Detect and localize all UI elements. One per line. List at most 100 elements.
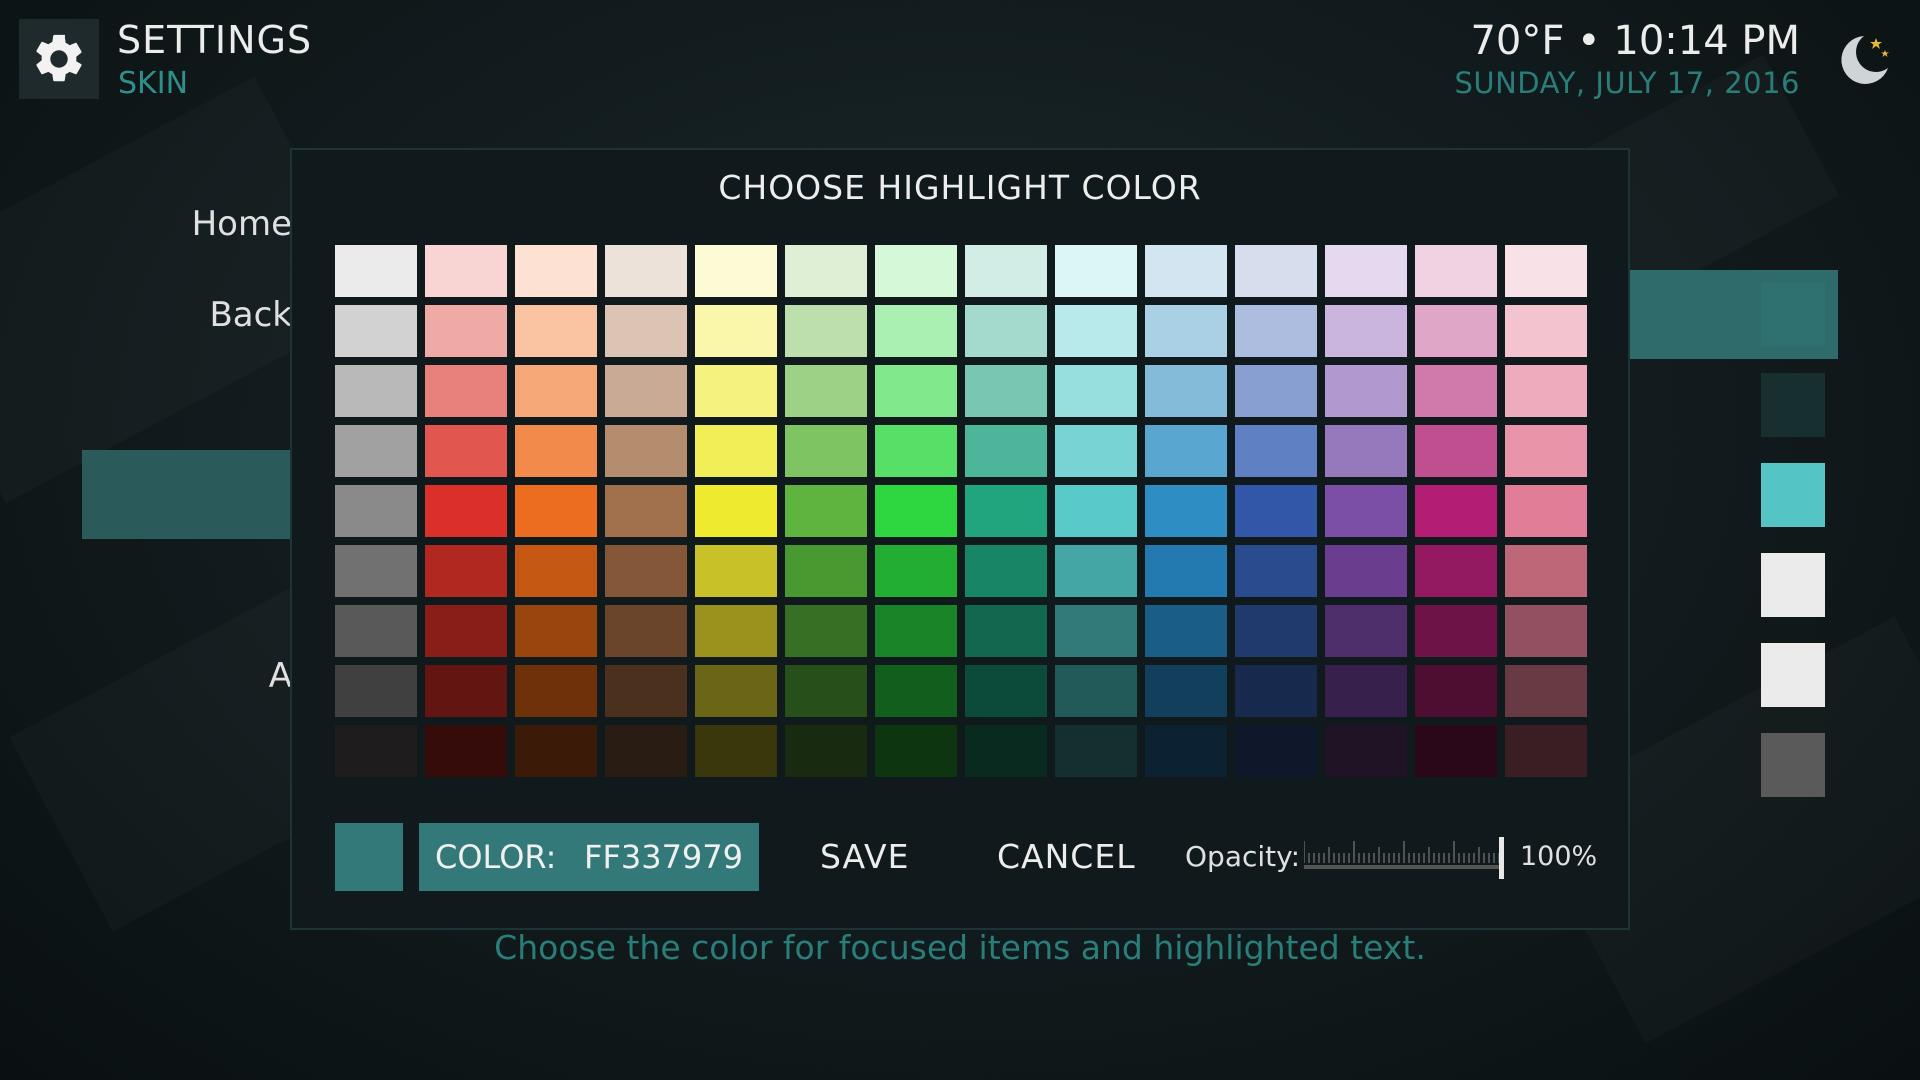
color-swatch[interactable] <box>1505 425 1587 477</box>
color-swatch[interactable] <box>1145 425 1227 477</box>
color-swatch[interactable] <box>1145 725 1227 777</box>
color-swatch[interactable] <box>515 365 597 417</box>
color-swatch[interactable] <box>1055 365 1137 417</box>
color-swatch[interactable] <box>605 305 687 357</box>
color-swatch[interactable] <box>515 305 597 357</box>
color-swatch[interactable] <box>605 425 687 477</box>
color-swatch[interactable] <box>1145 605 1227 657</box>
color-swatch[interactable] <box>335 245 417 297</box>
color-hex-input[interactable]: COLOR: FF337979 <box>419 823 759 891</box>
color-swatch[interactable] <box>695 485 777 537</box>
color-swatch[interactable] <box>785 725 867 777</box>
color-swatch[interactable] <box>1505 245 1587 297</box>
color-swatch[interactable] <box>1235 605 1317 657</box>
color-swatch[interactable] <box>695 545 777 597</box>
cancel-button[interactable]: CANCEL <box>997 823 1136 891</box>
color-swatch[interactable] <box>425 425 507 477</box>
color-swatch[interactable] <box>965 605 1047 657</box>
color-swatch[interactable] <box>875 305 957 357</box>
color-swatch[interactable] <box>1415 725 1497 777</box>
color-swatch[interactable] <box>335 665 417 717</box>
color-swatch[interactable] <box>515 605 597 657</box>
color-swatch[interactable] <box>875 725 957 777</box>
color-swatch[interactable] <box>1235 425 1317 477</box>
color-swatch[interactable] <box>1055 605 1137 657</box>
color-swatch[interactable] <box>335 545 417 597</box>
color-swatch[interactable] <box>965 245 1047 297</box>
color-swatch[interactable] <box>605 365 687 417</box>
color-swatch[interactable] <box>425 485 507 537</box>
color-swatch[interactable] <box>875 245 957 297</box>
color-swatch[interactable] <box>1325 545 1407 597</box>
color-swatch[interactable] <box>1055 305 1137 357</box>
color-swatch[interactable] <box>1325 425 1407 477</box>
color-swatch[interactable] <box>1235 665 1317 717</box>
color-swatch[interactable] <box>1055 485 1137 537</box>
color-swatch[interactable] <box>1325 305 1407 357</box>
color-swatch[interactable] <box>965 365 1047 417</box>
color-swatch[interactable] <box>1325 725 1407 777</box>
color-swatch[interactable] <box>335 725 417 777</box>
opacity-slider[interactable] <box>1304 833 1504 881</box>
color-swatch[interactable] <box>605 665 687 717</box>
color-swatch[interactable] <box>605 245 687 297</box>
color-swatch[interactable] <box>1325 245 1407 297</box>
color-swatch[interactable] <box>1235 725 1317 777</box>
color-swatch[interactable] <box>785 485 867 537</box>
color-swatch[interactable] <box>425 725 507 777</box>
color-swatch[interactable] <box>1505 365 1587 417</box>
color-swatch[interactable] <box>785 365 867 417</box>
color-swatch[interactable] <box>425 665 507 717</box>
color-swatch[interactable] <box>1505 545 1587 597</box>
color-swatch[interactable] <box>1055 245 1137 297</box>
color-swatch[interactable] <box>1145 485 1227 537</box>
color-swatch[interactable] <box>515 485 597 537</box>
color-swatch[interactable] <box>1235 305 1317 357</box>
color-swatch[interactable] <box>1235 245 1317 297</box>
color-swatch[interactable] <box>515 725 597 777</box>
save-button[interactable]: SAVE <box>820 823 909 891</box>
color-swatch[interactable] <box>965 725 1047 777</box>
color-swatch[interactable] <box>605 725 687 777</box>
color-swatch[interactable] <box>515 425 597 477</box>
color-swatch[interactable] <box>1235 545 1317 597</box>
color-swatch[interactable] <box>515 665 597 717</box>
color-swatch[interactable] <box>1505 725 1587 777</box>
color-swatch[interactable] <box>1415 365 1497 417</box>
color-swatch[interactable] <box>785 545 867 597</box>
color-swatch[interactable] <box>515 545 597 597</box>
color-swatch[interactable] <box>1325 605 1407 657</box>
color-swatch[interactable] <box>785 425 867 477</box>
color-swatch[interactable] <box>1145 365 1227 417</box>
color-swatch[interactable] <box>1145 545 1227 597</box>
color-swatch[interactable] <box>1415 305 1497 357</box>
color-swatch[interactable] <box>425 245 507 297</box>
color-swatch[interactable] <box>335 305 417 357</box>
color-swatch[interactable] <box>335 425 417 477</box>
color-swatch[interactable] <box>1055 665 1137 717</box>
color-swatch[interactable] <box>695 245 777 297</box>
color-swatch[interactable] <box>1145 665 1227 717</box>
color-swatch[interactable] <box>425 365 507 417</box>
color-swatch[interactable] <box>1325 485 1407 537</box>
color-swatch[interactable] <box>425 305 507 357</box>
color-swatch[interactable] <box>335 605 417 657</box>
color-swatch[interactable] <box>425 605 507 657</box>
color-swatch[interactable] <box>1505 485 1587 537</box>
color-swatch[interactable] <box>1325 665 1407 717</box>
color-swatch[interactable] <box>695 425 777 477</box>
color-swatch[interactable] <box>1505 665 1587 717</box>
color-swatch[interactable] <box>1235 365 1317 417</box>
color-swatch[interactable] <box>1055 425 1137 477</box>
color-swatch[interactable] <box>965 545 1047 597</box>
color-swatch[interactable] <box>875 425 957 477</box>
color-swatch[interactable] <box>1415 545 1497 597</box>
color-swatch[interactable] <box>785 665 867 717</box>
color-swatch[interactable] <box>1325 365 1407 417</box>
color-swatch[interactable] <box>875 365 957 417</box>
color-swatch[interactable] <box>605 545 687 597</box>
color-swatch[interactable] <box>785 245 867 297</box>
color-swatch[interactable] <box>695 305 777 357</box>
color-swatch[interactable] <box>1505 305 1587 357</box>
color-swatch[interactable] <box>965 485 1047 537</box>
